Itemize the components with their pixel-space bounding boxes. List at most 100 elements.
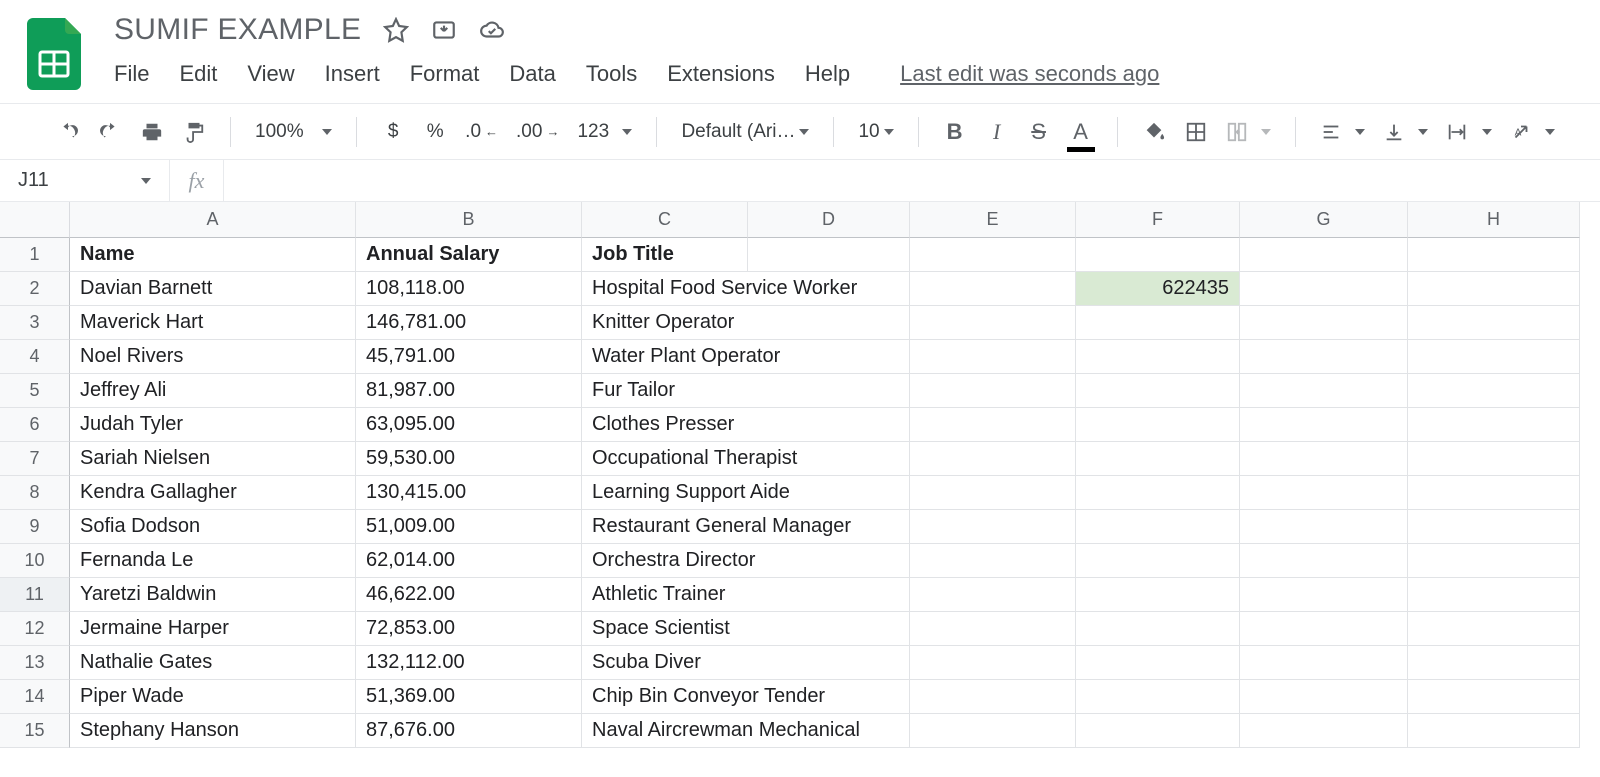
cell-A13[interactable]: Nathalie Gates bbox=[70, 646, 356, 680]
menu-format[interactable]: Format bbox=[410, 61, 480, 87]
cell-A9[interactable]: Sofia Dodson bbox=[70, 510, 356, 544]
cell-A1[interactable]: Name bbox=[70, 238, 356, 272]
cell-C15[interactable]: Naval Aircrewman Mechanical bbox=[582, 714, 910, 748]
cell-H14[interactable] bbox=[1408, 680, 1580, 714]
menu-extensions[interactable]: Extensions bbox=[667, 61, 775, 87]
cloud-status-icon[interactable] bbox=[479, 17, 505, 43]
cell-H12[interactable] bbox=[1408, 612, 1580, 646]
cell-E4[interactable] bbox=[910, 340, 1076, 374]
cell-F3[interactable] bbox=[1076, 306, 1240, 340]
horizontal-align-button[interactable] bbox=[1314, 114, 1371, 150]
cell-A15[interactable]: Stephany Hanson bbox=[70, 714, 356, 748]
cell-H4[interactable] bbox=[1408, 340, 1580, 374]
cell-G7[interactable] bbox=[1240, 442, 1408, 476]
cell-A2[interactable]: Davian Barnett bbox=[70, 272, 356, 306]
cell-B15[interactable]: 87,676.00 bbox=[356, 714, 582, 748]
row-header-6[interactable]: 6 bbox=[0, 408, 70, 442]
increase-decimal-button[interactable]: .00→ bbox=[510, 114, 565, 150]
text-rotation-button[interactable]: A bbox=[1504, 114, 1561, 150]
cell-G11[interactable] bbox=[1240, 578, 1408, 612]
cell-C8[interactable]: Learning Support Aide bbox=[582, 476, 910, 510]
cell-G5[interactable] bbox=[1240, 374, 1408, 408]
cell-H9[interactable] bbox=[1408, 510, 1580, 544]
cell-F14[interactable] bbox=[1076, 680, 1240, 714]
cell-H13[interactable] bbox=[1408, 646, 1580, 680]
row-header-11[interactable]: 11 bbox=[0, 578, 70, 612]
cell-E8[interactable] bbox=[910, 476, 1076, 510]
row-header-2[interactable]: 2 bbox=[0, 272, 70, 306]
row-header-4[interactable]: 4 bbox=[0, 340, 70, 374]
merge-cells-button[interactable] bbox=[1220, 114, 1277, 150]
row-header-10[interactable]: 10 bbox=[0, 544, 70, 578]
menu-edit[interactable]: Edit bbox=[179, 61, 217, 87]
cell-E9[interactable] bbox=[910, 510, 1076, 544]
undo-button[interactable] bbox=[50, 114, 86, 150]
cell-A10[interactable]: Fernanda Le bbox=[70, 544, 356, 578]
font-family-select[interactable]: Default (Ari… bbox=[675, 114, 815, 150]
cell-F13[interactable] bbox=[1076, 646, 1240, 680]
cell-C4[interactable]: Water Plant Operator bbox=[582, 340, 910, 374]
cell-F2[interactable]: 622435 bbox=[1076, 272, 1240, 306]
more-formats-button[interactable]: 123 bbox=[571, 114, 638, 150]
redo-button[interactable] bbox=[92, 114, 128, 150]
row-header-15[interactable]: 15 bbox=[0, 714, 70, 748]
formula-input[interactable] bbox=[224, 160, 1600, 201]
print-button[interactable] bbox=[134, 114, 170, 150]
cell-A8[interactable]: Kendra Gallagher bbox=[70, 476, 356, 510]
cell-G9[interactable] bbox=[1240, 510, 1408, 544]
format-currency-button[interactable]: $ bbox=[375, 114, 411, 150]
cell-A3[interactable]: Maverick Hart bbox=[70, 306, 356, 340]
cell-B4[interactable]: 45,791.00 bbox=[356, 340, 582, 374]
cell-G14[interactable] bbox=[1240, 680, 1408, 714]
cell-B2[interactable]: 108,118.00 bbox=[356, 272, 582, 306]
cell-B7[interactable]: 59,530.00 bbox=[356, 442, 582, 476]
cell-A5[interactable]: Jeffrey Ali bbox=[70, 374, 356, 408]
cell-C10[interactable]: Orchestra Director bbox=[582, 544, 910, 578]
cell-F6[interactable] bbox=[1076, 408, 1240, 442]
decrease-decimal-button[interactable]: .0← bbox=[459, 114, 504, 150]
cell-F9[interactable] bbox=[1076, 510, 1240, 544]
menu-insert[interactable]: Insert bbox=[325, 61, 380, 87]
cell-E6[interactable] bbox=[910, 408, 1076, 442]
document-title[interactable]: SUMIF EXAMPLE bbox=[114, 13, 361, 47]
cell-C11[interactable]: Athletic Trainer bbox=[582, 578, 910, 612]
cell-E10[interactable] bbox=[910, 544, 1076, 578]
cell-E14[interactable] bbox=[910, 680, 1076, 714]
cell-C2[interactable]: Hospital Food Service Worker bbox=[582, 272, 910, 306]
cell-G4[interactable] bbox=[1240, 340, 1408, 374]
cell-G3[interactable] bbox=[1240, 306, 1408, 340]
cell-E15[interactable] bbox=[910, 714, 1076, 748]
borders-button[interactable] bbox=[1178, 114, 1214, 150]
cell-G8[interactable] bbox=[1240, 476, 1408, 510]
cell-F12[interactable] bbox=[1076, 612, 1240, 646]
cell-C14[interactable]: Chip Bin Conveyor Tender bbox=[582, 680, 910, 714]
cell-G12[interactable] bbox=[1240, 612, 1408, 646]
cell-F1[interactable] bbox=[1076, 238, 1240, 272]
cell-B6[interactable]: 63,095.00 bbox=[356, 408, 582, 442]
cell-C6[interactable]: Clothes Presser bbox=[582, 408, 910, 442]
cell-G1[interactable] bbox=[1240, 238, 1408, 272]
cell-G13[interactable] bbox=[1240, 646, 1408, 680]
cell-H8[interactable] bbox=[1408, 476, 1580, 510]
cell-A7[interactable]: Sariah Nielsen bbox=[70, 442, 356, 476]
cell-F5[interactable] bbox=[1076, 374, 1240, 408]
cell-F10[interactable] bbox=[1076, 544, 1240, 578]
cell-F7[interactable] bbox=[1076, 442, 1240, 476]
cell-B9[interactable]: 51,009.00 bbox=[356, 510, 582, 544]
cell-E5[interactable] bbox=[910, 374, 1076, 408]
cell-B10[interactable]: 62,014.00 bbox=[356, 544, 582, 578]
column-header-H[interactable]: H bbox=[1408, 202, 1580, 238]
app-logo[interactable] bbox=[18, 8, 90, 90]
strikethrough-button[interactable]: S bbox=[1021, 114, 1057, 150]
cell-H7[interactable] bbox=[1408, 442, 1580, 476]
cell-E11[interactable] bbox=[910, 578, 1076, 612]
row-header-9[interactable]: 9 bbox=[0, 510, 70, 544]
cell-C1[interactable]: Job Title bbox=[582, 238, 748, 272]
row-header-3[interactable]: 3 bbox=[0, 306, 70, 340]
font-size-select[interactable]: 10 bbox=[852, 114, 899, 150]
menu-help[interactable]: Help bbox=[805, 61, 850, 87]
column-header-A[interactable]: A bbox=[70, 202, 356, 238]
cell-E1[interactable] bbox=[910, 238, 1076, 272]
name-box[interactable]: J11 bbox=[0, 160, 170, 201]
vertical-align-button[interactable] bbox=[1377, 114, 1434, 150]
